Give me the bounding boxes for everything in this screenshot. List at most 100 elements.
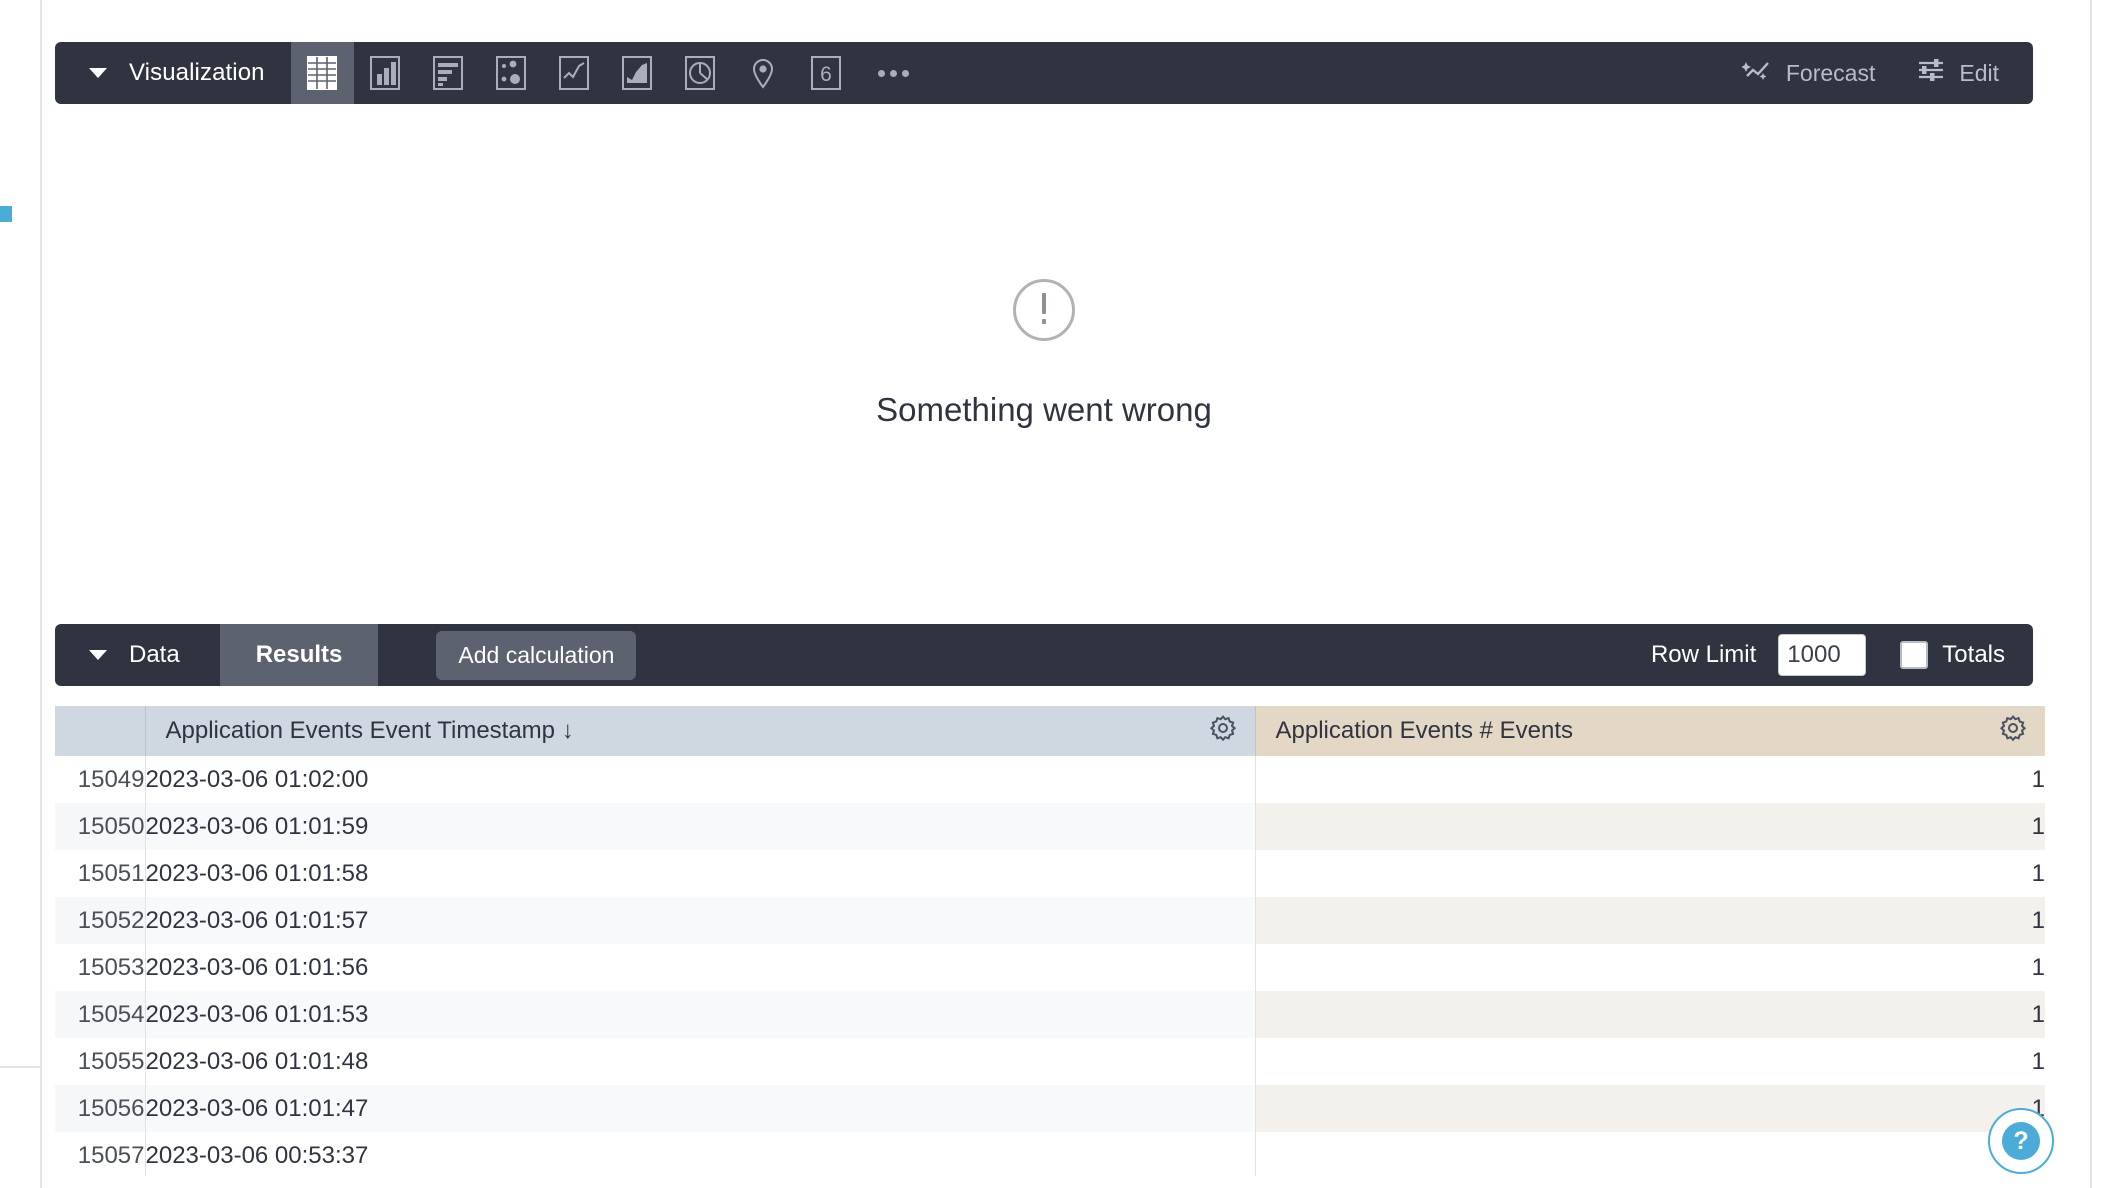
timestamp-cell[interactable]: 2023-03-06 01:01:53 (144, 991, 1255, 1038)
help-button[interactable]: ? (1988, 1108, 2054, 1174)
events-count-cell[interactable]: 2 (1254, 1132, 2045, 1176)
gear-icon[interactable] (1209, 714, 1237, 749)
events-count-cell[interactable]: 1 (1254, 1038, 2045, 1085)
row-number-cell: 15050 (55, 803, 145, 850)
panel-resize-marker[interactable] (0, 206, 12, 222)
forecast-label: Forecast (1785, 59, 1876, 86)
timestamp-cell[interactable]: 2023-03-06 00:53:37 (144, 1132, 1255, 1176)
edit-label: Edit (1959, 59, 1999, 86)
row-number-cell: 15049 (55, 756, 145, 803)
sort-desc-arrow-icon[interactable]: ↓ (555, 717, 574, 745)
table-row[interactable]: 15055 2023-03-06 01:01:48 1 (55, 1038, 2045, 1085)
scatter-chart-icon (496, 56, 527, 90)
events-count-cell[interactable]: 1 (1254, 803, 2045, 850)
row-number-cell: 15052 (55, 897, 145, 944)
gear-icon[interactable] (1999, 714, 2027, 749)
visualization-toolbar: Visualization 6 Forecast Edit (55, 42, 2033, 104)
forecast-sparkle-icon (1740, 57, 1772, 89)
visualization-actions: Forecast Edit (1740, 42, 2033, 104)
visualization-section-toggle[interactable]: Visualization (55, 42, 291, 104)
visualization-title: Visualization (129, 59, 265, 86)
chart-type-single-value-button[interactable]: 6 (795, 42, 858, 104)
chart-type-table-button[interactable] (290, 42, 354, 104)
tab-results[interactable]: Results (219, 624, 379, 686)
events-count-cell[interactable]: 1 (1254, 991, 2045, 1038)
question-mark-icon: ? (2002, 1122, 2040, 1160)
row-number-cell: 15055 (55, 1038, 145, 1085)
table-row[interactable]: 15049 2023-03-06 01:02:00 1 (55, 756, 2045, 803)
sliders-icon (1917, 57, 1945, 89)
events-count-cell[interactable]: 1 (1254, 897, 2045, 944)
row-number-cell: 15051 (55, 850, 145, 897)
forecast-button[interactable]: Forecast (1740, 57, 1876, 89)
totals-checkbox-box (1900, 641, 1929, 669)
row-number-cell: 15053 (55, 944, 145, 991)
table-row[interactable]: 15050 2023-03-06 01:01:59 1 (55, 803, 2045, 850)
row-number-cell: 15056 (55, 1085, 145, 1132)
svg-text:6: 6 (820, 63, 832, 86)
exclamation-circle-icon (1013, 279, 1075, 341)
column-header-events-label: Application Events # Events (1275, 717, 1574, 744)
totals-label: Totals (1942, 641, 2005, 668)
caret-down-icon (89, 650, 107, 660)
chart-type-bar-button[interactable] (417, 42, 480, 104)
timestamp-cell[interactable]: 2023-03-06 01:02:00 (144, 756, 1255, 803)
horizontal-bar-chart-icon (433, 56, 464, 90)
data-section-toggle[interactable]: Data (55, 624, 220, 686)
events-count-cell[interactable]: 1 (1254, 756, 2045, 803)
area-chart-icon (622, 56, 653, 90)
column-header-timestamp-label: Application Events Event Timestamp (165, 717, 556, 744)
column-chart-icon (370, 56, 401, 90)
add-calculation-button[interactable]: Add calculation (436, 630, 637, 680)
timestamp-cell[interactable]: 2023-03-06 01:01:58 (144, 850, 1255, 897)
row-number-cell: 15057 (55, 1132, 145, 1176)
events-count-cell[interactable]: 1 (1254, 1085, 2045, 1132)
chart-type-selector: 6 (290, 42, 858, 104)
table-row[interactable]: 15056 2023-03-06 01:01:47 1 (55, 1085, 2045, 1132)
table-row[interactable]: 15054 2023-03-06 01:01:53 1 (55, 991, 2045, 1038)
results-table-container[interactable]: Application Events Event Timestamp ↓ App… (55, 706, 2045, 1176)
table-row[interactable]: 150572023-03-06 00:53:372 (55, 1132, 2045, 1176)
row-limit-input[interactable] (1778, 634, 1867, 676)
chart-type-map-button[interactable] (732, 42, 795, 104)
data-toolbar-right: Row Limit Totals (1651, 624, 2033, 686)
timestamp-cell[interactable]: 2023-03-06 01:01:57 (144, 897, 1255, 944)
chart-type-line-button[interactable] (543, 42, 606, 104)
row-number-header (55, 706, 145, 756)
timestamp-cell[interactable]: 2023-03-06 01:01:47 (144, 1085, 1255, 1132)
chart-type-area-button[interactable] (606, 42, 669, 104)
edit-visualization-button[interactable]: Edit (1917, 57, 1999, 89)
table-row[interactable]: 15053 2023-03-06 01:01:56 1 (55, 944, 2045, 991)
column-header-timestamp[interactable]: Application Events Event Timestamp ↓ (144, 706, 1255, 756)
results-table-head: Application Events Event Timestamp ↓ App… (55, 706, 2045, 756)
results-header-row: Application Events Event Timestamp ↓ App… (55, 706, 2045, 756)
chart-type-pie-button[interactable] (669, 42, 732, 104)
table-chart-icon (307, 56, 338, 90)
timestamp-cell[interactable]: 2023-03-06 01:01:48 (144, 1038, 1255, 1085)
row-number-cell: 15054 (55, 991, 145, 1038)
right-gutter (2090, 0, 2092, 1188)
data-toolbar: Data Results Add calculation Row Limit T… (55, 624, 2033, 686)
caret-down-icon (89, 68, 107, 78)
events-count-cell[interactable]: 1 (1254, 850, 2045, 897)
error-message: Something went wrong (876, 391, 1212, 428)
data-title: Data (129, 641, 180, 668)
table-row[interactable]: 15052 2023-03-06 01:01:57 1 (55, 897, 2045, 944)
visualization-error-state: Something went wrong (55, 104, 2033, 604)
chart-type-column-button[interactable] (354, 42, 417, 104)
left-gutter (0, 0, 42, 1188)
line-chart-icon (559, 56, 590, 90)
events-count-cell[interactable]: 1 (1254, 944, 2045, 991)
timestamp-cell[interactable]: 2023-03-06 01:01:59 (144, 803, 1255, 850)
results-table-body: 15049 2023-03-06 01:02:00 1 15050 2023-03-06… (55, 756, 2045, 1176)
looker-explore-screen: Visualization 6 Forecast Edit Something … (0, 0, 2110, 1188)
add-calculation-label: Add calculation (458, 641, 615, 668)
single-value-icon: 6 (811, 56, 842, 90)
tab-results-label: Results (255, 641, 343, 668)
totals-checkbox[interactable]: Totals (1900, 641, 2005, 669)
table-row[interactable]: 15051 2023-03-06 01:01:58 1 (55, 850, 2045, 897)
chart-type-scatter-button[interactable] (480, 42, 543, 104)
timestamp-cell[interactable]: 2023-03-06 01:01:56 (144, 944, 1255, 991)
column-header-events[interactable]: Application Events # Events (1254, 706, 2045, 756)
more-chart-types-button[interactable] (858, 42, 930, 104)
